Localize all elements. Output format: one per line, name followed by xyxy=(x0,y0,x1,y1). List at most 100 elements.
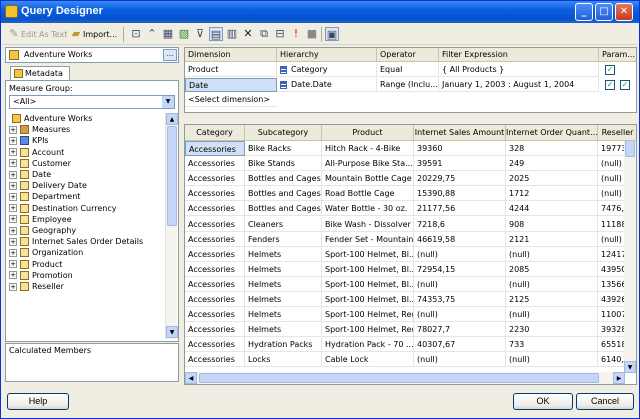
filter-icon[interactable]: ⊽ xyxy=(193,27,207,41)
result-cell[interactable]: Accessories xyxy=(185,292,245,307)
result-cell[interactable]: Accessories xyxy=(185,216,245,232)
result-cell[interactable]: Accessories xyxy=(185,337,245,353)
result-cell[interactable]: 15390,88 xyxy=(414,186,506,202)
result-cell[interactable]: 74353,75 xyxy=(414,292,506,307)
maximize-button[interactable]: □ xyxy=(595,3,613,21)
scroll-thumb[interactable] xyxy=(167,126,177,226)
tree-item[interactable]: + Account xyxy=(9,147,64,158)
tree-item[interactable]: Adventure Works xyxy=(9,113,92,124)
tree-item[interactable]: + Employee xyxy=(9,214,72,225)
parameter-checkbox[interactable]: ✓ xyxy=(605,65,615,75)
scroll-down-icon[interactable]: ▼ xyxy=(166,326,178,338)
show-empty-cells-icon[interactable]: ⌃ xyxy=(145,27,159,41)
tree-item[interactable]: + Promotion xyxy=(9,270,73,281)
result-cell[interactable]: 908 xyxy=(506,216,598,232)
result-cell[interactable]: Accessories xyxy=(185,231,245,247)
result-cell[interactable]: Bottles and Cages xyxy=(245,201,322,217)
result-cell[interactable]: Helmets xyxy=(245,246,322,262)
cube-select-icon[interactable]: ⊡ xyxy=(129,27,143,41)
expand-icon[interactable]: + xyxy=(9,170,17,179)
cube-browse-button[interactable]: ... xyxy=(163,49,177,61)
result-cell[interactable]: 78027,7 xyxy=(414,322,506,338)
show-aggregates-icon[interactable]: ▤ xyxy=(209,27,223,41)
tree-item[interactable]: + Department xyxy=(9,191,80,202)
result-cell[interactable]: 4244 xyxy=(506,201,598,217)
help-button[interactable]: Help xyxy=(7,393,69,410)
tree-item[interactable]: + Product xyxy=(9,259,62,270)
result-cell[interactable]: (null) xyxy=(506,307,598,323)
expand-icon[interactable]: + xyxy=(9,282,17,291)
tree-item[interactable]: + Destination Currency xyxy=(9,203,117,214)
result-column-header[interactable]: Reseller xyxy=(598,125,636,141)
result-vertical-scrollbar[interactable]: ▲ ▼ xyxy=(624,125,636,373)
result-cell[interactable]: 733 xyxy=(506,337,598,353)
result-cell[interactable]: Sport-100 Helmet, Bl... xyxy=(322,261,414,277)
result-cell[interactable]: Helmets xyxy=(245,307,322,323)
scroll-up-icon[interactable]: ▲ xyxy=(166,113,178,125)
filter-cell-operator[interactable]: Range (Inclu... xyxy=(377,78,439,92)
cancel-button[interactable]: Cancel xyxy=(576,393,634,410)
tree-item[interactable]: + Measures xyxy=(9,124,70,135)
tree-item[interactable]: + Delivery Date xyxy=(9,180,87,191)
result-cell[interactable]: 2230 xyxy=(506,322,598,338)
scroll-left-icon[interactable]: ◀ xyxy=(185,372,197,384)
cancel-query-icon[interactable]: ■ xyxy=(305,27,319,41)
result-cell[interactable]: Accessories xyxy=(185,186,245,202)
expand-icon[interactable]: + xyxy=(9,260,17,269)
expand-icon[interactable]: + xyxy=(9,148,17,157)
result-cell[interactable]: 2025 xyxy=(506,171,598,187)
tree-item[interactable]: + KPIs xyxy=(9,135,49,146)
result-cell[interactable]: 46619,58 xyxy=(414,231,506,247)
tree-item[interactable]: + Customer xyxy=(9,158,71,169)
filter-column-header[interactable]: Hierarchy xyxy=(277,48,377,62)
result-column-header[interactable]: Subcategory xyxy=(245,125,322,141)
prepare-query-icon[interactable]: ⊟ xyxy=(273,27,287,41)
pane-splitter[interactable] xyxy=(180,47,183,385)
result-cell[interactable]: All-Purpose Bike Sta... xyxy=(322,156,414,172)
result-cell[interactable]: Sport-100 Helmet, Red xyxy=(322,322,414,338)
delete-icon[interactable]: ✕ xyxy=(241,27,255,41)
query-parameters-icon[interactable]: ⧉ xyxy=(257,27,271,41)
parameter-checkbox[interactable]: ✓ xyxy=(620,80,630,90)
expand-icon[interactable]: + xyxy=(9,136,17,145)
scroll-thumb[interactable] xyxy=(199,373,599,383)
auto-execute-icon[interactable]: ▥ xyxy=(225,27,239,41)
result-cell[interactable]: 39591 xyxy=(414,156,506,172)
filter-column-header[interactable]: Param... xyxy=(599,48,636,62)
result-cell[interactable]: Accessories xyxy=(185,352,245,368)
result-cell[interactable]: 40307,67 xyxy=(414,337,506,353)
tree-item[interactable]: + Internet Sales Order Details xyxy=(9,236,143,247)
result-cell[interactable]: 2121 xyxy=(506,231,598,247)
result-cell[interactable]: (null) xyxy=(414,307,506,323)
ok-button[interactable]: OK xyxy=(513,393,573,410)
filter-cell-hierarchy[interactable]: Date.Date xyxy=(277,78,377,92)
result-cell[interactable]: Accessories xyxy=(185,307,245,323)
expand-icon[interactable]: + xyxy=(9,192,17,201)
scroll-thumb[interactable] xyxy=(625,139,635,157)
expand-icon[interactable]: + xyxy=(9,204,17,213)
result-cell[interactable]: Sport-100 Helmet, Bl... xyxy=(322,276,414,292)
result-cell[interactable]: Hydration Pack - 70 ... xyxy=(322,337,414,353)
add-calculated-member-icon[interactable]: ▧ xyxy=(177,27,191,41)
expand-icon[interactable]: + xyxy=(9,237,17,246)
expand-icon[interactable]: + xyxy=(9,159,17,168)
result-cell[interactable]: 328 xyxy=(506,141,598,156)
expand-icon[interactable]: + xyxy=(9,125,17,134)
design-mode-toggle-icon[interactable]: ▣ xyxy=(325,27,339,41)
result-cell[interactable]: 7218,6 xyxy=(414,216,506,232)
result-cell[interactable]: Water Bottle - 30 oz. xyxy=(322,201,414,217)
result-column-header[interactable]: Category xyxy=(185,125,245,141)
filter-column-header[interactable]: Operator xyxy=(377,48,439,62)
expand-icon[interactable]: + xyxy=(9,215,17,224)
result-cell[interactable]: 20229,75 xyxy=(414,171,506,187)
result-cell[interactable]: Accessories xyxy=(185,201,245,217)
result-cell[interactable]: Bottles and Cages xyxy=(245,186,322,202)
expand-icon[interactable]: + xyxy=(9,226,17,235)
result-cell[interactable]: Locks xyxy=(245,352,322,368)
expand-icon[interactable]: + xyxy=(9,271,17,280)
result-cell[interactable]: Sport-100 Helmet, Bl... xyxy=(322,292,414,307)
result-column-header[interactable]: Product xyxy=(322,125,414,141)
result-cell[interactable]: Helmets xyxy=(245,261,322,277)
result-cell[interactable]: Helmets xyxy=(245,322,322,338)
result-cell[interactable]: (null) xyxy=(506,276,598,292)
